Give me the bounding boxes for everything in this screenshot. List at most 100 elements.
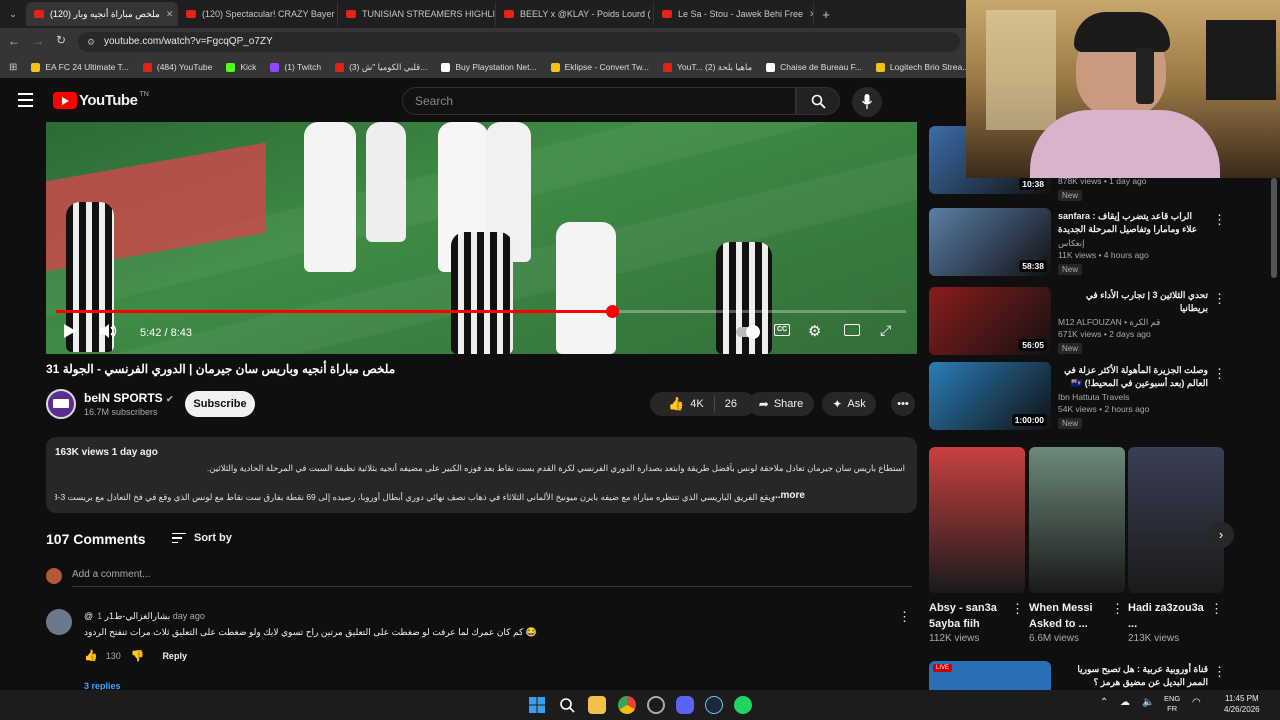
like-button[interactable]: 👍 4K: [668, 396, 715, 412]
channel-avatar[interactable]: [46, 389, 76, 419]
site-info-icon[interactable]: ⚙: [87, 32, 95, 52]
show-more-button[interactable]: ...more: [772, 490, 805, 501]
settings-button[interactable]: ⚙: [808, 322, 821, 340]
sidebar-scrollbar[interactable]: [1271, 178, 1277, 278]
windows-start-button[interactable]: [528, 696, 546, 714]
bookmark-item[interactable]: YouT... (2) ماهيا بلحة: [662, 62, 752, 73]
bookmark-item[interactable]: (1) Twitch: [270, 62, 321, 72]
discord-icon[interactable]: [676, 696, 694, 714]
comment-dislike-button[interactable]: 👍: [131, 649, 145, 662]
video-thumbnail[interactable]: LIVE: [929, 661, 1051, 691]
browser-tab[interactable]: Le Sa - Stou - Jawek Behi Free ✕: [654, 2, 814, 26]
youtube-logo[interactable]: YouTube TN: [53, 91, 149, 109]
short-title[interactable]: Hadi za3zou3a ...: [1128, 600, 1208, 632]
obs-icon[interactable]: [647, 696, 665, 714]
browser-tab[interactable]: BEELY x @KLAY - Poids Lourd ( ✕: [496, 2, 654, 26]
short-menu-button[interactable]: ⋮: [1111, 601, 1124, 617]
short-title[interactable]: Absy - san3a 5ayba fiih: [929, 600, 1009, 632]
ask-button[interactable]: ✦ Ask: [822, 392, 876, 416]
video-channel[interactable]: M12 ALFOUZAN • قم الكرة: [1058, 317, 1160, 328]
dislike-button[interactable]: 26: [715, 398, 737, 410]
fullscreen-button[interactable]: ⤢: [880, 322, 891, 339]
menu-icon[interactable]: [18, 93, 33, 107]
tray-chevron-up-icon[interactable]: ⌃: [1100, 697, 1108, 708]
short-thumbnail[interactable]: [929, 447, 1025, 593]
related-video-item[interactable]: 1:00:00 وصلت الجزيرة المأهولة الأكثر عزلة…: [929, 362, 1229, 434]
close-tab-icon[interactable]: ✕: [803, 9, 813, 20]
video-menu-button[interactable]: ⋮: [1213, 366, 1226, 382]
bookmark-item[interactable]: Kick: [226, 62, 256, 72]
mute-button[interactable]: [100, 324, 118, 341]
taskbar-clock[interactable]: 11:45 PM 4/26/2026: [1224, 693, 1260, 715]
description-box[interactable]: 163K views 1 day ago استطاع باريس سان جي…: [46, 437, 917, 513]
taskbar-search-button[interactable]: [558, 696, 576, 714]
bookmark-item[interactable]: (3) قلبي الكوميا "ش...: [335, 62, 427, 73]
forward-icon[interactable]: →: [32, 34, 44, 48]
video-menu-button[interactable]: ⋮: [1213, 664, 1226, 680]
input-language-indicator[interactable]: ENG FR: [1164, 694, 1180, 714]
subscribe-button[interactable]: Subscribe: [185, 391, 255, 417]
browser-tab[interactable]: TUNISIAN STREAMERS HIGHLIGH ✕: [338, 2, 496, 26]
close-tab-icon[interactable]: ✕: [160, 9, 174, 20]
chrome-icon[interactable]: [618, 696, 636, 714]
shorts-next-button[interactable]: ›: [1208, 522, 1234, 548]
related-video-item[interactable]: 56:05 تحدي الثلاثين 3 | تجارب الأداء في ب…: [929, 287, 1229, 359]
file-explorer-icon[interactable]: [588, 696, 606, 714]
play-button[interactable]: [64, 324, 76, 341]
share-button[interactable]: ➦ Share: [748, 392, 814, 416]
video-thumbnail[interactable]: 56:05: [929, 287, 1051, 355]
bookmark-item[interactable]: Eklipse - Convert Tw...: [550, 62, 649, 72]
new-tab-icon[interactable]: +: [814, 7, 838, 22]
spotify-icon[interactable]: [734, 696, 752, 714]
short-thumbnail[interactable]: [1029, 447, 1125, 593]
search-button[interactable]: [796, 87, 840, 115]
comment-like-button[interactable]: 👍: [84, 649, 98, 662]
browser-tab-active[interactable]: (120) ملخص مباراة أنجيه وبار ✕: [26, 2, 178, 26]
theater-mode-button[interactable]: [844, 324, 860, 336]
video-menu-button[interactable]: ⋮: [1213, 291, 1226, 307]
bookmark-item[interactable]: EA FC 24 Ultimate T...: [31, 62, 129, 72]
bookmark-item[interactable]: Logitech Brio Strea...: [875, 62, 969, 72]
reply-button[interactable]: Reply: [162, 651, 187, 661]
related-video-item[interactable]: 58:38 sanfara : الراب قاعد يتضرب إيقاف عل…: [929, 208, 1229, 280]
video-thumbnail[interactable]: 58:38: [929, 208, 1051, 276]
short-menu-button[interactable]: ⋮: [1210, 601, 1223, 617]
video-channel[interactable]: Ibn Hattuta Travels: [1058, 392, 1129, 402]
speaker-icon[interactable]: 🔈: [1142, 697, 1154, 708]
search-input[interactable]: Search: [402, 87, 796, 115]
short-thumbnail[interactable]: [1128, 447, 1224, 593]
apps-grid-icon[interactable]: ⊞: [9, 62, 17, 73]
video-title[interactable]: تحدي الثلاثين 3 | تجارب الأداء في بريطان…: [1058, 289, 1208, 315]
bookmark-item[interactable]: (484) YouTube: [142, 62, 212, 72]
video-menu-button[interactable]: ⋮: [1213, 212, 1226, 228]
video-title[interactable]: قناة أوروبية عربية : هل تصبح سوريا الممر…: [1058, 663, 1208, 689]
video-title[interactable]: sanfara : الراب قاعد يتضرب إيقاف علاء وم…: [1058, 210, 1208, 236]
voice-search-button[interactable]: [852, 87, 882, 117]
short-menu-button[interactable]: ⋮: [1011, 601, 1024, 617]
short-title[interactable]: When Messi Asked to ...: [1029, 600, 1109, 632]
video-thumbnail[interactable]: 1:00:00: [929, 362, 1051, 430]
url-field[interactable]: ⚙ youtube.com/watch?v=FgcqQP_o7ZY: [78, 32, 960, 52]
progress-bar[interactable]: [56, 305, 906, 318]
video-channel[interactable]: إنعكاس: [1058, 238, 1085, 249]
add-comment-input[interactable]: Add a comment...: [72, 569, 912, 587]
sort-comments-button[interactable]: Sort by: [172, 532, 232, 544]
reload-icon[interactable]: ↻: [56, 33, 66, 47]
channel-name-link[interactable]: beIN SPORTS ✔: [84, 391, 174, 405]
video-player[interactable]: 5:42 / 8:43 CC ⚙ ⤢: [46, 122, 917, 354]
bookmark-item[interactable]: Chaise de Bureau F...: [766, 62, 862, 72]
autoplay-toggle[interactable]: [736, 324, 760, 339]
tab-search-icon[interactable]: ⌄: [0, 9, 26, 20]
back-icon[interactable]: ←: [8, 34, 20, 48]
browser-tab[interactable]: (120) Spectacular! CRAZY Bayer ✕: [178, 2, 338, 26]
comment-menu-button[interactable]: ⋮: [898, 609, 911, 625]
wifi-icon[interactable]: ◠: [1192, 697, 1201, 708]
cloud-icon[interactable]: ☁: [1120, 697, 1130, 708]
steam-icon[interactable]: [705, 696, 723, 714]
comment-avatar[interactable]: [46, 609, 72, 635]
video-title[interactable]: وصلت الجزيرة المأهولة الأكثر عزلة في الع…: [1058, 364, 1208, 390]
more-actions-button[interactable]: •••: [891, 392, 915, 416]
bookmark-item[interactable]: Buy Playstation Net...: [441, 62, 537, 72]
captions-button[interactable]: CC: [774, 324, 790, 336]
progress-scrubber[interactable]: [605, 305, 619, 318]
